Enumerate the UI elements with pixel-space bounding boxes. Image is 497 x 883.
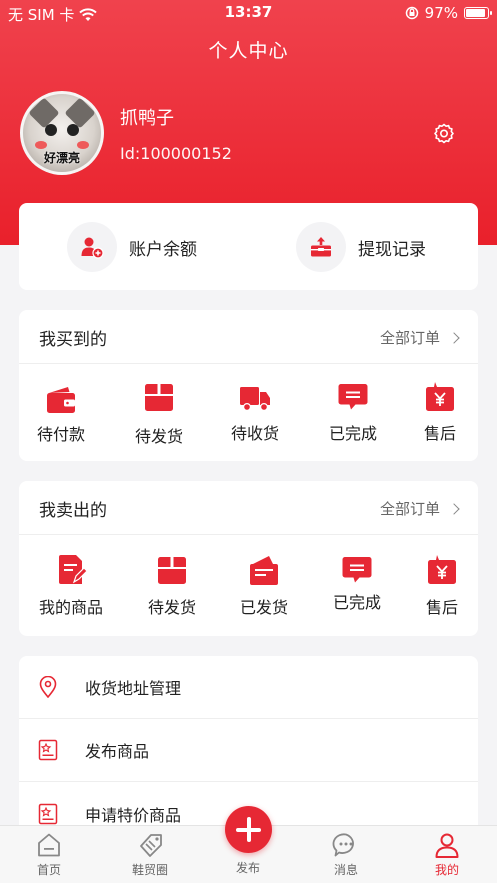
- star-card-icon: [38, 803, 58, 824]
- tab-label: 发布: [235, 861, 260, 875]
- chevron-right-icon: [448, 331, 460, 344]
- avatar-cat-blush: [77, 141, 89, 149]
- avatar-cat-ear: [28, 97, 60, 129]
- order-label: 售后: [423, 424, 456, 443]
- battery-icon: [464, 7, 492, 19]
- shoe-tag-icon: [140, 834, 162, 857]
- menu-item-label: 申请特价商品: [85, 805, 182, 825]
- sold-after-sales[interactable]: 售后: [425, 553, 459, 618]
- avatar-cat-eye: [45, 124, 57, 136]
- package-icon: [145, 384, 173, 411]
- bought-card-header: 我买到的 全部订单: [19, 310, 478, 364]
- withdraw-box-icon: [311, 237, 331, 257]
- tab-label: 消息: [333, 863, 358, 877]
- order-label: 售后: [425, 598, 458, 617]
- menu-item-publish-product[interactable]: 发布商品: [19, 719, 478, 782]
- order-label: 已完成: [329, 424, 378, 443]
- tab-home[interactable]: 首页: [9, 826, 89, 878]
- bought-title: 我买到的: [39, 330, 107, 350]
- location-pin-icon: [39, 676, 57, 698]
- order-label: 待发货: [135, 427, 184, 446]
- sold-title: 我卖出的: [39, 501, 107, 521]
- sold-orders-card: 我卖出的 全部订单 我的商品 待发货 已发货 已完成 售后: [19, 481, 478, 636]
- order-label: 待收货: [231, 424, 280, 443]
- tab-label: 鞋贸圈: [131, 863, 168, 877]
- page-title: 个人中心: [208, 40, 289, 62]
- chat-icon: [332, 833, 354, 857]
- chevron-right-icon: [448, 502, 460, 515]
- avatar-caption: 好漂亮: [43, 151, 80, 165]
- gear-icon[interactable]: [432, 122, 456, 146]
- wallet-icon: [47, 387, 75, 413]
- publish-plus-button[interactable]: [225, 806, 272, 853]
- all-orders-label: 全部订单: [379, 329, 440, 347]
- yen-box-icon: [428, 555, 456, 584]
- order-label: 待付款: [37, 425, 86, 444]
- user-add-icon: [81, 237, 104, 259]
- tab-label: 我的: [434, 863, 459, 877]
- account-balance-label: 账户余额: [129, 239, 197, 260]
- tab-shoe-circle[interactable]: 鞋贸圈: [110, 826, 190, 878]
- user-id: Id:100000152: [120, 144, 232, 163]
- withdraw-record-icon-wrap: [296, 222, 346, 272]
- orientation-lock-icon: [405, 6, 418, 20]
- order-label: 已完成: [333, 593, 382, 612]
- menu-item-label: 收货地址管理: [85, 679, 182, 698]
- avatar[interactable]: 好漂亮: [20, 91, 104, 175]
- order-after-sales[interactable]: 售后: [423, 380, 457, 444]
- sold-card-header: 我卖出的 全部订单: [19, 481, 478, 535]
- package-icon: [158, 557, 186, 584]
- user-nickname: 抓鸭子: [120, 108, 174, 129]
- withdraw-record-button[interactable]: 提现记录: [296, 222, 426, 272]
- account-balance-button[interactable]: 账户余额: [67, 222, 197, 272]
- user-icon: [435, 833, 459, 858]
- order-pending-shipment[interactable]: 待发货: [135, 380, 183, 447]
- order-label: 已发货: [240, 598, 289, 617]
- message-icon: [342, 557, 372, 583]
- order-label: 我的商品: [39, 598, 104, 617]
- battery-percent: 97%: [424, 4, 458, 22]
- sold-all-orders-link[interactable]: 全部订单: [379, 498, 460, 519]
- avatar-cat-blush: [35, 141, 47, 149]
- tab-mine[interactable]: 我的: [407, 826, 487, 878]
- sold-shipped[interactable]: 已发货: [240, 553, 288, 618]
- order-pending-payment[interactable]: 待付款: [37, 383, 85, 445]
- bought-orders-card: 我买到的 全部订单 待付款 待发货 待收货 已完成 售后: [19, 310, 478, 461]
- account-balance-icon-wrap: [67, 222, 117, 272]
- tab-messages[interactable]: 消息: [306, 826, 386, 878]
- menu-item-label: 发布商品: [85, 742, 150, 761]
- yen-box-icon: [426, 382, 454, 411]
- envelope-icon: [250, 556, 278, 585]
- bought-all-orders-link[interactable]: 全部订单: [379, 327, 460, 348]
- star-card-icon: [38, 739, 58, 761]
- truck-icon: [240, 387, 270, 412]
- home-icon: [38, 833, 60, 857]
- status-right: 97%: [405, 4, 492, 22]
- all-orders-label: 全部订单: [379, 500, 440, 518]
- tab-label: 首页: [36, 863, 61, 877]
- menu-item-address[interactable]: 收货地址管理: [19, 656, 478, 719]
- order-completed[interactable]: 已完成: [329, 380, 377, 444]
- sold-completed[interactable]: 已完成: [333, 553, 381, 613]
- my-products[interactable]: 我的商品: [39, 553, 103, 618]
- order-label: 待发货: [148, 598, 197, 617]
- battery-level: [466, 9, 486, 17]
- order-pending-receipt[interactable]: 待收货: [231, 380, 279, 444]
- sold-pending-shipment[interactable]: 待发货: [148, 553, 196, 618]
- status-bar: 无 SIM 卡 13:37 97%: [0, 0, 497, 26]
- document-edit-icon: [59, 555, 88, 584]
- message-icon: [338, 384, 368, 410]
- withdraw-record-label: 提现记录: [358, 239, 426, 260]
- wallet-card: 账户余额 提现记录: [19, 203, 478, 290]
- avatar-cat-eye: [67, 124, 79, 136]
